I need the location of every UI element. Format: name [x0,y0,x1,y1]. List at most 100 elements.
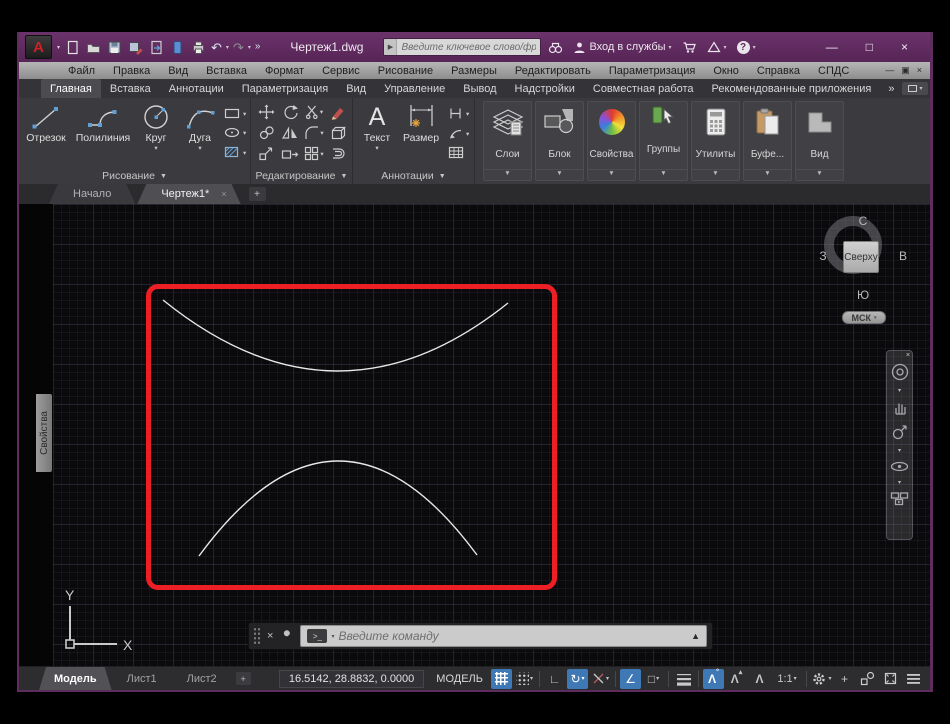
search-exchange-icon[interactable] [548,40,563,54]
viewcube-west-label[interactable]: З [814,249,832,263]
save-icon[interactable] [106,39,123,56]
recent-commands-icon[interactable]: >_ [307,629,327,643]
qat-overflow-icon[interactable]: » [255,42,261,52]
properties-panel-dropdown-icon[interactable]: ▼ [588,169,635,180]
model-space-button[interactable]: МОДЕЛЬ [429,673,490,685]
layout1-tab[interactable]: Лист1 [112,667,172,690]
mobile-upload-icon[interactable] [169,39,186,56]
command-line[interactable]: × >_ ▾ ▲ [248,622,713,650]
rectangle-button[interactable]: ▾ [224,108,246,119]
redo-icon[interactable]: ↷ [233,41,244,54]
save-as-icon[interactable] [127,39,144,56]
file-tab-drawing1[interactable]: Чертеж1*× [137,184,240,204]
orbit-dropdown-icon[interactable]: ▾ [898,479,901,486]
clean-screen-button[interactable] [880,669,901,689]
ribbon-tab-manage[interactable]: Управление [375,79,454,98]
undo-dropdown-icon[interactable]: ▾ [226,44,229,51]
fillet-button[interactable]: ▾ [304,125,323,140]
mdi-close-button[interactable]: × [917,65,922,76]
object-snap-tracking-button[interactable]: ∠ [620,669,641,689]
properties-palette-tab[interactable]: Свойства [36,394,52,472]
menu-view[interactable]: Вид [159,65,197,77]
ribbon-tab-annotate[interactable]: Аннотации [160,79,233,98]
circle-button[interactable]: Круг ▾ [133,98,179,168]
panel-properties[interactable]: Свойства ▼ [587,101,636,181]
new-drawing-tab-button[interactable]: + [249,187,266,201]
ortho-mode-button[interactable]: ∟ [544,669,565,689]
grid-display-button[interactable] [491,669,512,689]
wheel-dropdown-icon[interactable]: ▾ [898,387,901,394]
new-layout-button[interactable]: + [236,672,251,685]
trim-dropdown-icon[interactable]: ▾ [320,108,323,116]
search-go-icon[interactable]: ▶ [384,39,397,55]
signin-button[interactable]: Вход в службы ▾ [573,41,671,54]
annotation-autoscale-button[interactable]: Λ▴ [726,669,747,689]
array-button[interactable]: ▾ [304,146,323,161]
help-button[interactable]: ?▾ [737,41,756,54]
app-menu-button[interactable]: A [25,35,52,59]
ribbon-tab-parametric[interactable]: Параметризация [233,79,337,98]
linear-dimension-button[interactable]: ▾ [448,107,469,120]
panel-layers[interactable]: Слои ▼ [483,101,532,181]
minimize-button[interactable]: — [826,40,838,54]
menu-tools[interactable]: Сервис [313,65,369,77]
trim-button[interactable]: ▾ [305,104,323,119]
move-button[interactable] [258,104,275,120]
scale-button[interactable] [258,146,274,161]
panel-block[interactable]: Блок ▼ [535,101,584,181]
crosshair-button[interactable]: + [834,669,855,689]
menu-modify[interactable]: Редактировать [506,65,600,77]
navigation-bar[interactable]: × ▾ ▾ ▾ [886,350,913,540]
polyline-button[interactable]: Полилиния [73,98,133,168]
object-snap-button[interactable]: □▾ [643,669,664,689]
block-panel-dropdown-icon[interactable]: ▼ [536,169,583,180]
menu-dimension[interactable]: Размеры [442,65,506,77]
recent-commands-dropdown-icon[interactable]: ▾ [331,633,334,640]
menu-edit[interactable]: Правка [104,65,159,77]
model-tab[interactable]: Модель [39,667,112,690]
ribbon-tab-output[interactable]: Вывод [454,79,505,98]
viewcube-east-label[interactable]: В [894,249,912,263]
offset-button[interactable] [330,146,346,161]
status-menu-button[interactable] [903,669,924,689]
menu-draw[interactable]: Рисование [369,65,442,77]
viewcube-north-label[interactable]: С [854,214,872,228]
text-button[interactable]: А Текст ▾ [357,98,397,168]
command-input-area[interactable]: >_ ▾ ▲ [300,625,707,647]
search-input[interactable] [397,42,540,53]
menu-spds[interactable]: СПДС [809,65,858,77]
clipboard-panel-dropdown-icon[interactable]: ▼ [744,169,791,180]
mdi-restore-button[interactable]: ▣ [901,65,910,76]
text-dropdown-icon[interactable]: ▾ [375,145,378,152]
customization-button[interactable]: ▾ [811,669,832,689]
zoom-dropdown-icon[interactable]: ▾ [898,447,901,454]
ribbon-tab-home[interactable]: Главная [41,79,101,98]
ribbon-overflow-icon[interactable]: » [888,79,894,98]
annotation-panel-title[interactable]: Аннотации▼ [353,168,474,184]
annotation-scale-button[interactable]: 1:1▾ [772,669,802,689]
command-input[interactable] [338,629,687,643]
ribbon-tab-view[interactable]: Вид [337,79,375,98]
ribbon-display-options-button[interactable]: ▾ [902,82,928,95]
leader-button[interactable]: ▾ [448,127,469,139]
ribbon-tab-addins[interactable]: Надстройки [506,79,584,98]
ellipse-button[interactable]: ▾ [224,127,246,138]
transfer-icon[interactable] [148,39,165,56]
help-search-box[interactable]: ▶ [383,38,541,56]
new-file-icon[interactable] [64,39,81,56]
undo-icon[interactable]: ↶ [211,41,222,54]
zoom-icon[interactable] [890,423,909,442]
isodraft-button[interactable]: ▾ [590,669,611,689]
panel-groups[interactable]: Группы ▼ [639,101,688,181]
ribbon-tab-collaborate[interactable]: Совместная работа [584,79,703,98]
store-cart-icon[interactable] [682,41,697,54]
draw-panel-title[interactable]: Рисование▼ [19,168,250,184]
pan-hand-icon[interactable] [891,399,909,417]
fillet-dropdown-icon[interactable]: ▾ [320,129,323,137]
copy-button[interactable] [258,125,275,141]
erase-button[interactable] [330,104,346,120]
menu-insert[interactable]: Вставка [197,65,256,77]
redo-dropdown-icon[interactable]: ▾ [248,44,251,51]
file-tab-close-icon[interactable]: × [221,189,226,199]
command-history-toggle-icon[interactable]: ▲ [691,631,700,641]
